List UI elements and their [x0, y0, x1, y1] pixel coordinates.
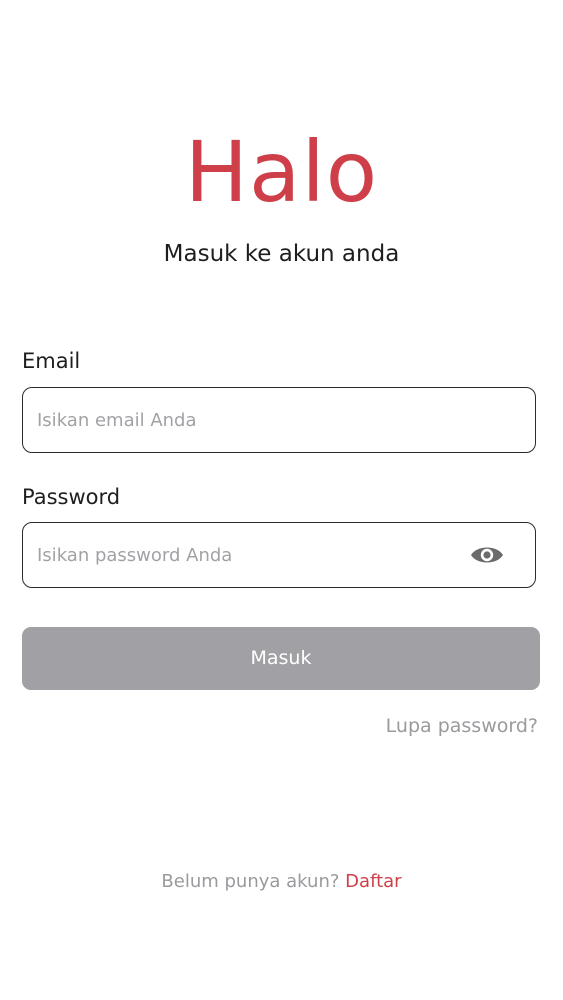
password-label: Password: [22, 485, 121, 509]
email-field-box[interactable]: [22, 387, 536, 453]
password-field-box[interactable]: [22, 522, 536, 588]
eye-icon[interactable]: [469, 543, 505, 567]
register-prompt-text: Belum punya akun?: [161, 871, 340, 892]
password-input[interactable]: [37, 523, 457, 587]
email-input[interactable]: [37, 388, 457, 452]
page-title: Halo: [184, 123, 379, 221]
forgot-password-link[interactable]: Lupa password?: [386, 713, 538, 739]
page-subtitle: Masuk ke akun anda: [163, 241, 400, 267]
register-prompt: Belum punya akun? Daftar: [0, 869, 563, 895]
email-label: Email: [22, 349, 81, 373]
register-link[interactable]: Daftar: [345, 871, 401, 892]
login-screen: Halo Masuk ke akun anda Email Password M…: [0, 0, 563, 1000]
login-button[interactable]: Masuk: [22, 627, 540, 690]
